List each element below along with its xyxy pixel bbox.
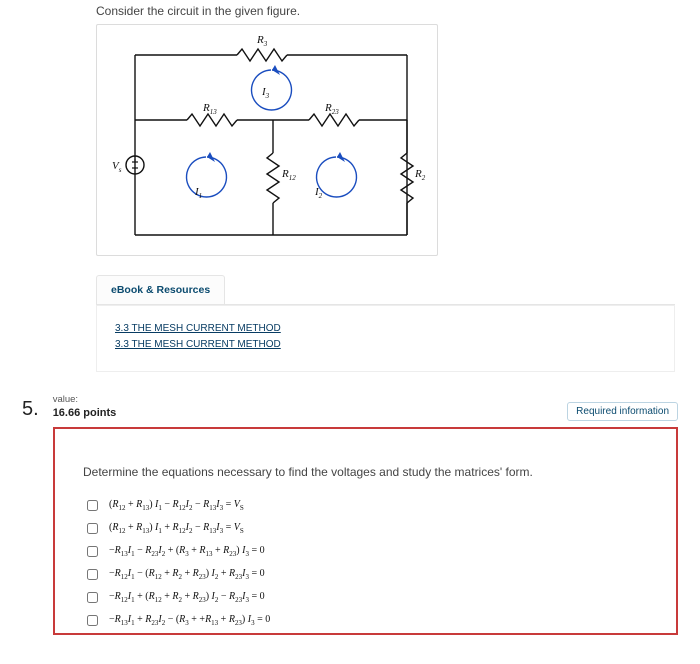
label-I3: I3: [261, 86, 270, 100]
question-number: 5.: [22, 398, 39, 421]
option-text-4: −R12I1 + (R12 + R2 + R23) I2 − R23I3 = 0: [109, 591, 265, 604]
checkbox-0[interactable]: [87, 500, 98, 511]
resources-tabbar: eBook & Resources: [96, 274, 675, 305]
option-4[interactable]: −R12I1 + (R12 + R2 + R23) I2 − R23I3 = 0: [83, 589, 648, 606]
value-label: value:: [53, 394, 117, 406]
checkbox-3[interactable]: [87, 569, 98, 580]
option-text-5: −R13I1 + R23I2 − (R3 + +R13 + R23) I3 = …: [109, 614, 270, 627]
option-3[interactable]: −R12I1 − (R12 + R2 + R23) I2 + R23I3 = 0: [83, 566, 648, 583]
option-text-2: −R13I1 − R23I2 + (R3 + R13 + R23) I3 = 0: [109, 545, 265, 558]
label-I2: I2: [314, 186, 323, 200]
value-block: value: 16.66 points: [53, 394, 117, 421]
option-2[interactable]: −R13I1 − R23I2 + (R3 + R13 + R23) I3 = 0: [83, 543, 648, 560]
option-text-0: (R12 + R13) I1 − R12I2 − R13I3 = VS: [109, 499, 244, 512]
option-text-3: −R12I1 − (R12 + R2 + R23) I2 + R23I3 = 0: [109, 568, 265, 581]
option-5[interactable]: −R13I1 + R23I2 − (R3 + +R13 + R23) I3 = …: [83, 612, 648, 629]
circuit-figure: R3 R13 R23 R12 R2 Vs I3 I1 I2: [96, 24, 438, 256]
option-text-1: (R12 + R13) I1 + R12I2 − R13I3 = VS: [109, 522, 244, 535]
label-R13: R13: [202, 102, 217, 116]
reference-link-0[interactable]: 3.3 THE MESH CURRENT METHOD: [115, 323, 656, 334]
points-label: 16.66 points: [53, 406, 117, 420]
label-I1: I1: [194, 186, 202, 200]
question-body: Determine the equations necessary to fin…: [53, 427, 678, 635]
checkbox-2[interactable]: [87, 546, 98, 557]
option-0[interactable]: (R12 + R13) I1 − R12I2 − R13I3 = VS: [83, 497, 648, 514]
option-1[interactable]: (R12 + R13) I1 + R12I2 − R13I3 = VS: [83, 520, 648, 537]
reference-link-1[interactable]: 3.3 THE MESH CURRENT METHOD: [115, 339, 656, 350]
checkbox-1[interactable]: [87, 523, 98, 534]
q4-prompt: Consider the circuit in the given figure…: [96, 4, 675, 18]
label-Vs: Vs: [112, 160, 122, 174]
label-R12: R12: [281, 168, 296, 182]
tab-ebook-resources[interactable]: eBook & Resources: [96, 275, 225, 304]
options-list: (R12 + R13) I1 − R12I2 − R13I3 = VS (R12…: [83, 497, 648, 629]
required-information-button[interactable]: Required information: [567, 402, 678, 421]
checkbox-5[interactable]: [87, 615, 98, 626]
q5-prompt: Determine the equations necessary to fin…: [83, 465, 648, 479]
label-R23: R23: [324, 102, 339, 116]
label-R3: R3: [256, 34, 268, 48]
label-R2: R2: [414, 168, 426, 182]
references-box: 3.3 THE MESH CURRENT METHOD 3.3 THE MESH…: [96, 305, 675, 372]
checkbox-4[interactable]: [87, 592, 98, 603]
